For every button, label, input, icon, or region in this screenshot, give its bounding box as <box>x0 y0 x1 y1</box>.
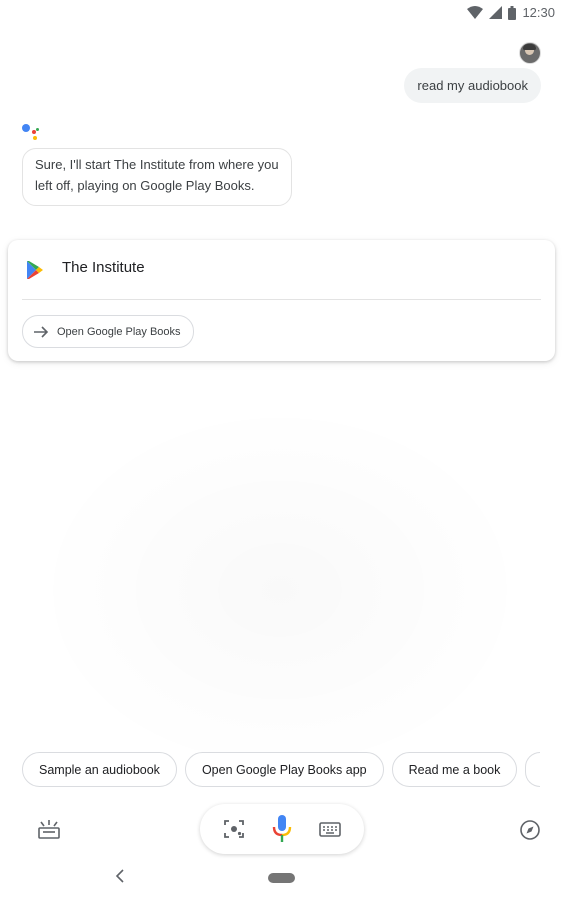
mic-icon[interactable] <box>270 814 294 844</box>
assistant-reply-bubble: Sure, I'll start The Institute from wher… <box>22 148 292 206</box>
arrow-right-icon <box>34 325 49 338</box>
chip-sample-audiobook[interactable]: Sample an audiobook <box>22 752 177 787</box>
assistant-reply-text: Sure, I'll start The Institute from wher… <box>35 157 279 193</box>
user-query-bubble: read my audiobook <box>404 68 541 103</box>
chip-label: Open Google Play Books app <box>201 762 367 777</box>
signal-icon <box>489 6 503 19</box>
suggestion-chips: Sample an audiobook Open Google Play Boo… <box>22 752 563 787</box>
card-divider <box>22 299 541 300</box>
chip-open-play-books-app[interactable]: Open Google Play Books app <box>184 752 384 787</box>
avatar[interactable] <box>519 42 541 64</box>
chip-read-me-a-book[interactable]: Read me a book <box>391 752 518 787</box>
updates-icon[interactable] <box>37 818 61 842</box>
google-play-books-icon <box>27 261 43 279</box>
chip-overflow[interactable] <box>525 752 541 787</box>
assistant-logo-icon <box>22 122 42 142</box>
status-bar: 12:30 <box>0 0 563 26</box>
back-icon[interactable] <box>114 868 126 884</box>
battery-icon <box>508 5 517 20</box>
system-nav-bar <box>0 864 563 894</box>
audiobook-card[interactable]: The Institute Open Google Play Books <box>8 240 555 361</box>
chip-label: Sample an audiobook <box>39 762 160 777</box>
background-glow <box>30 400 530 780</box>
input-controls <box>200 804 364 854</box>
open-play-books-button[interactable]: Open Google Play Books <box>22 315 194 348</box>
user-query-text: read my audiobook <box>417 78 528 93</box>
card-title: The Institute <box>62 259 145 276</box>
wifi-icon <box>467 5 484 19</box>
explore-icon[interactable] <box>518 818 542 842</box>
chip-label: Read me a book <box>408 762 501 777</box>
home-button[interactable] <box>268 873 295 883</box>
bottom-bar <box>0 804 563 856</box>
open-play-books-label: Open Google Play Books <box>57 325 181 338</box>
status-time: 12:30 <box>522 5 555 20</box>
keyboard-icon[interactable] <box>318 817 342 841</box>
lens-icon[interactable] <box>222 817 246 841</box>
